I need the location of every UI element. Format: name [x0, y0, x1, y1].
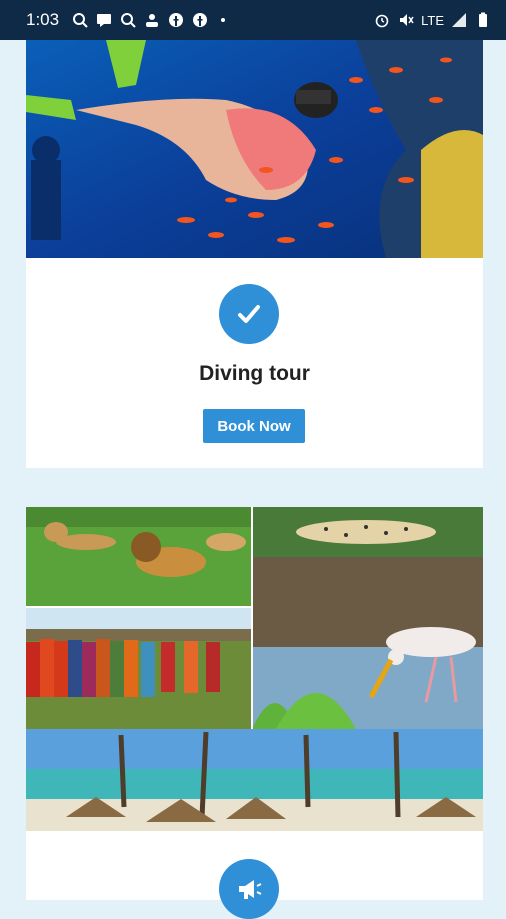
status-bar: 1:03 LTE	[0, 0, 506, 40]
megaphone-icon	[219, 859, 279, 919]
battery-icon	[474, 11, 492, 29]
more-notifications-dot	[221, 18, 226, 22]
tour-card-safari	[26, 507, 483, 919]
safari-collage-photo	[26, 507, 483, 831]
clock: 1:03	[26, 10, 60, 29]
google-search-icon	[71, 11, 89, 29]
person-icon	[143, 11, 161, 29]
alarm-icon	[373, 11, 391, 29]
message-icon	[95, 11, 113, 29]
facebook-icon	[191, 11, 209, 29]
tour-title: Diving tour	[199, 362, 310, 385]
tour-card-diving: Diving tour Book Now	[26, 40, 483, 468]
signal-icon	[450, 11, 468, 29]
diving-photo	[26, 40, 483, 258]
checkmark-icon	[219, 284, 279, 344]
book-now-button[interactable]: Book Now	[203, 409, 305, 443]
vibrate-mute-icon	[397, 11, 415, 29]
google-search-icon	[119, 11, 137, 29]
facebook-icon	[167, 11, 185, 29]
network-type: LTE	[421, 12, 444, 28]
